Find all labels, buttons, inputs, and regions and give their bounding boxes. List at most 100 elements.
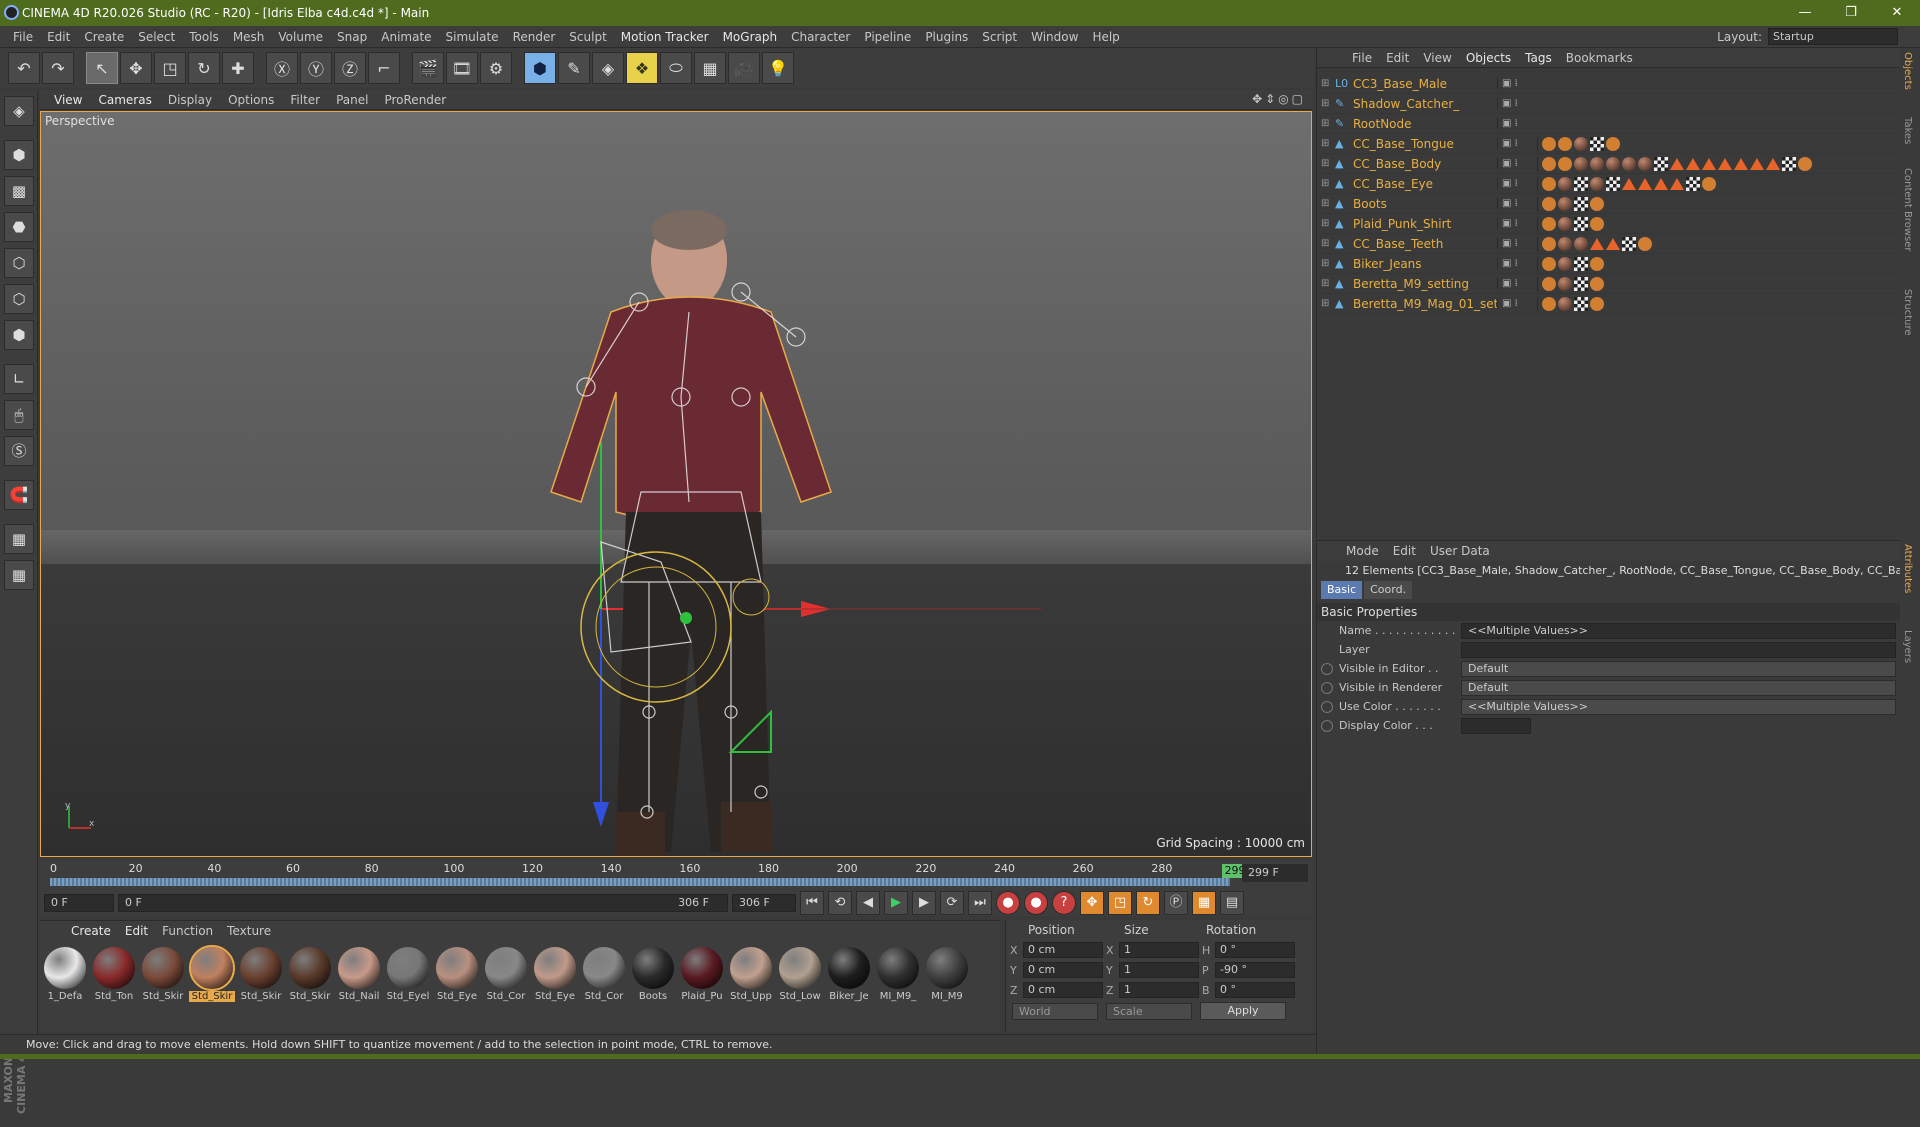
visibility-flags-icon[interactable]: ▣ ⁞ — [1497, 198, 1537, 209]
material-swatch[interactable]: Std_Skir — [189, 945, 235, 1009]
range-slider[interactable]: 0 F 306 F — [118, 894, 728, 912]
material-swatch[interactable]: MI_M9_ — [875, 947, 921, 1009]
expand-icon[interactable]: ⊞ — [1321, 258, 1335, 269]
menu-simulate[interactable]: Simulate — [439, 30, 506, 44]
object-menu-edit[interactable]: Edit — [1379, 51, 1416, 65]
warning-tag-icon[interactable] — [1750, 157, 1764, 170]
animate-radio[interactable] — [1321, 719, 1333, 732]
snap-icon[interactable]: 🧲 — [4, 480, 34, 510]
key-rotation-icon[interactable]: ↻ — [1136, 891, 1160, 915]
uvw-tag-icon[interactable] — [1574, 296, 1588, 311]
object-menu-view[interactable]: View — [1416, 51, 1458, 65]
menu-character[interactable]: Character — [784, 30, 857, 44]
floor-icon[interactable]: ▦ — [694, 52, 726, 84]
phong-tag-icon[interactable] — [1590, 216, 1604, 231]
timeline-ruler[interactable]: 0 20 40 60 80 100 120 140 160 180 200 220 240 260 280 2… — [50, 862, 1249, 886]
uvw-tag-icon[interactable] — [1574, 276, 1588, 291]
character-model[interactable] — [41, 112, 1311, 856]
expand-icon[interactable]: ⊞ — [1321, 78, 1335, 89]
uvw-tag-icon[interactable] — [1606, 176, 1620, 191]
live-selection-icon[interactable]: ↖ — [86, 52, 118, 84]
layout-dropdown[interactable]: Startup — [1768, 28, 1898, 45]
menu-window[interactable]: Window — [1024, 30, 1085, 44]
expand-icon[interactable]: ⊞ — [1321, 218, 1335, 229]
expand-icon[interactable]: ⊞ — [1321, 238, 1335, 249]
redo-icon[interactable]: ↷ — [42, 52, 74, 84]
next-key-icon[interactable]: ⟳ — [940, 891, 964, 915]
attribute-menu-edit[interactable]: Edit — [1386, 544, 1423, 558]
next-frame-icon[interactable]: ▶ — [912, 891, 936, 915]
object-name[interactable]: CC_Base_Body — [1349, 157, 1497, 171]
coordinate-system-icon[interactable]: ⌐ — [368, 52, 400, 84]
menu-animate[interactable]: Animate — [374, 30, 438, 44]
material-swatch[interactable]: Std_Cor — [483, 947, 529, 1009]
light-icon[interactable]: 💡 — [762, 52, 794, 84]
phong-tag-icon[interactable] — [1542, 276, 1556, 291]
viewport-menu-cameras[interactable]: Cameras — [90, 93, 159, 107]
material-swatch[interactable]: Std_Skir — [287, 947, 333, 1009]
object-row[interactable]: ⊞ ✎ Shadow_Catcher_ ▣ ⁞ — [1317, 94, 1901, 114]
object-row[interactable]: ⊞ ▲ CC_Base_Teeth ▣ ⁞ — [1317, 234, 1901, 254]
visibility-flags-icon[interactable]: ▣ ⁞ — [1497, 118, 1537, 129]
material-tag-icon[interactable] — [1558, 256, 1572, 271]
property-value[interactable]: Default — [1461, 660, 1896, 677]
material-menu-texture[interactable]: Texture — [220, 924, 278, 938]
material-tag-icon[interactable] — [1606, 156, 1620, 171]
render-settings-icon[interactable]: ⚙ — [480, 52, 512, 84]
material-tag-icon[interactable] — [1558, 176, 1572, 191]
phong-tag-icon[interactable] — [1542, 156, 1556, 171]
object-row[interactable]: ⊞ ▲ CC_Base_Eye ▣ ⁞ — [1317, 174, 1901, 194]
phong-tag-icon[interactable] — [1542, 176, 1556, 191]
material-tag-icon[interactable] — [1558, 276, 1572, 291]
y-axis-lock-icon[interactable]: Ⓨ — [300, 52, 332, 84]
phong-tag-icon[interactable] — [1798, 156, 1812, 171]
warning-tag-icon[interactable] — [1670, 177, 1684, 190]
object-name[interactable]: Biker_Jeans — [1349, 257, 1497, 271]
size-mode-dropdown[interactable]: Scale — [1106, 1002, 1192, 1020]
visibility-flags-icon[interactable]: ▣ ⁞ — [1497, 258, 1537, 269]
menu-sculpt[interactable]: Sculpt — [562, 30, 613, 44]
rotation-field[interactable]: -90 ° — [1215, 962, 1295, 978]
expand-icon[interactable]: ⊞ — [1321, 118, 1335, 129]
menu-create[interactable]: Create — [77, 30, 131, 44]
phong-tag-icon[interactable] — [1542, 256, 1556, 271]
edges-mode-icon[interactable]: ⬡ — [4, 284, 34, 314]
z-axis-lock-icon[interactable]: Ⓩ — [334, 52, 366, 84]
uvw-tag-icon[interactable] — [1574, 196, 1588, 211]
warning-tag-icon[interactable] — [1734, 157, 1748, 170]
position-field[interactable]: 0 cm — [1023, 942, 1103, 958]
object-row[interactable]: ⊞▲ Beretta_M9_Mag_01_setting▣ ⁞ — [1317, 294, 1901, 314]
material-swatch[interactable]: Boots — [630, 947, 676, 1009]
material-tag-icon[interactable] — [1638, 156, 1652, 171]
current-frame-field[interactable]: 0 F — [44, 894, 114, 912]
menu-render[interactable]: Render — [506, 30, 563, 44]
side-tab-takes[interactable]: Takes — [1902, 117, 1913, 144]
animate-radio[interactable] — [1321, 681, 1333, 694]
menu-select[interactable]: Select — [131, 30, 182, 44]
viewport-perspective[interactable]: Perspective y x Grid Spacing: 10000 cm — [40, 111, 1312, 857]
object-name[interactable]: Beretta_M9_Mag_01_setting — [1349, 297, 1497, 311]
object-row[interactable]: ⊞ ▲ Boots ▣ ⁞ — [1317, 194, 1901, 214]
viewport-menu-view[interactable]: View — [46, 93, 90, 107]
uvw-tag-icon[interactable] — [1782, 156, 1796, 171]
viewport-menu-prorender[interactable]: ProRender — [376, 93, 454, 107]
material-swatch[interactable]: Std_Skir — [140, 947, 186, 1009]
material-tag-icon[interactable] — [1558, 216, 1572, 231]
visibility-flags-icon[interactable]: ▣ ⁞ — [1497, 298, 1537, 309]
object-row[interactable]: ⊞ ▲ CC_Base_Tongue ▣ ⁞ — [1317, 134, 1901, 154]
side-tab-content-browser[interactable]: Content Browser — [1902, 168, 1913, 251]
material-swatch[interactable]: Std_Eyel — [385, 947, 431, 1009]
expand-icon[interactable]: ⊞ — [1321, 278, 1335, 289]
object-name[interactable]: CC_Base_Teeth — [1349, 237, 1497, 251]
deformer-icon[interactable]: ⬭ — [660, 52, 692, 84]
uvw-tag-icon[interactable] — [1590, 136, 1604, 151]
side-tab-structure[interactable]: Structure — [1902, 289, 1913, 336]
cloner-icon[interactable]: ❖ — [626, 52, 658, 84]
material-swatch[interactable]: Std_Eye — [532, 947, 578, 1009]
visibility-flags-icon[interactable]: ▣ ⁞ — [1497, 138, 1537, 149]
object-name[interactable]: CC3_Base_Male — [1349, 77, 1497, 91]
max-frame-field[interactable]: 306 F — [732, 894, 796, 912]
phong-tag-icon[interactable] — [1542, 136, 1556, 151]
warning-tag-icon[interactable] — [1718, 157, 1732, 170]
size-field[interactable]: 1 — [1119, 942, 1199, 958]
